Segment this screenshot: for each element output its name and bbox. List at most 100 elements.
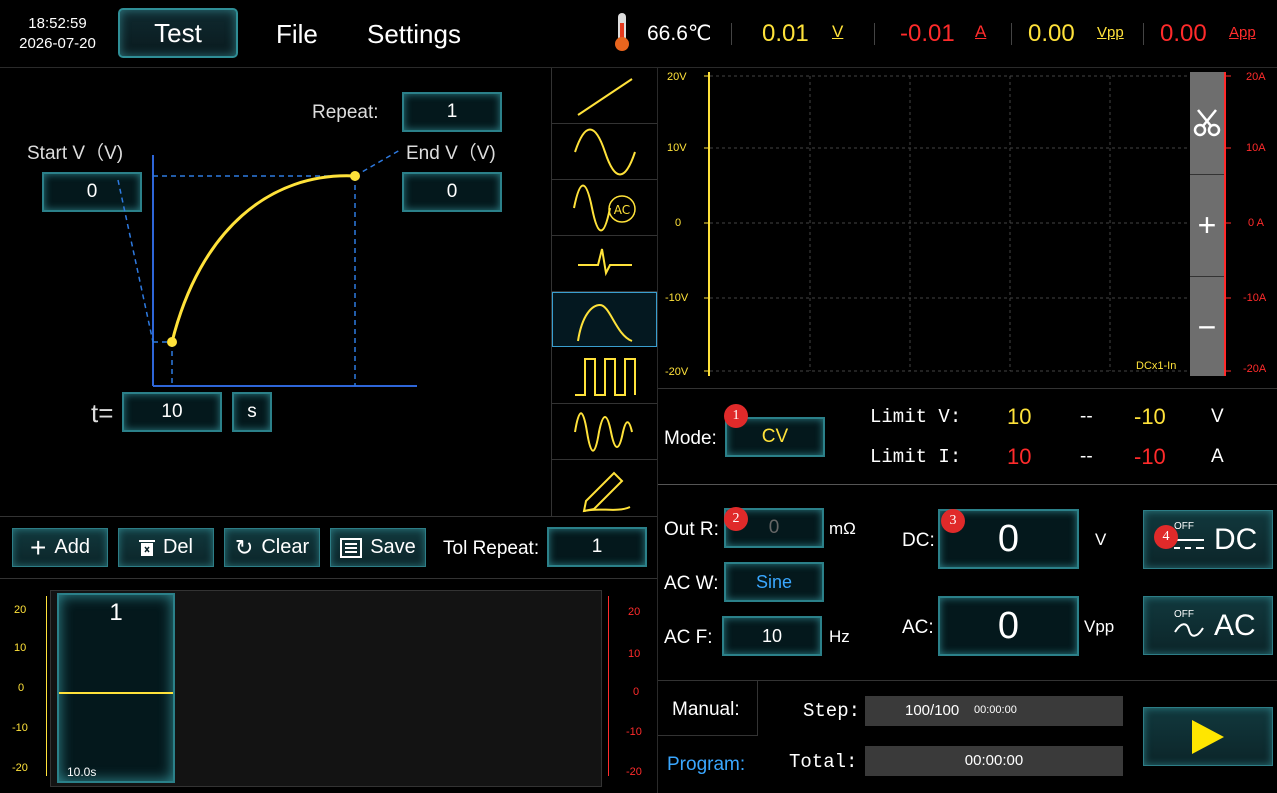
scope-cut-button[interactable]	[1190, 72, 1224, 172]
trash-icon	[138, 539, 155, 556]
app-unit: App	[1229, 24, 1256, 41]
scope-v-tick: 10V	[667, 142, 687, 154]
menu-test-button[interactable]: Test	[118, 8, 238, 58]
square-wave-icon	[574, 357, 636, 396]
ac-f-input[interactable]: 10	[722, 616, 822, 656]
wave-square-button[interactable]	[552, 348, 657, 404]
clear-label: Clear	[261, 536, 310, 558]
vpp-readout: 0.00	[1028, 20, 1075, 47]
t-input[interactable]: 10	[122, 392, 222, 432]
wave-custom-draw-button[interactable]	[552, 460, 657, 516]
mode-label: Mode:	[664, 428, 717, 449]
manual-tab-label: Manual:	[672, 699, 740, 720]
callout-badge: 1	[724, 404, 748, 428]
scope-a-tick: -10A	[1243, 292, 1267, 304]
current-readout: -0.01	[900, 20, 955, 47]
pen-icon	[582, 471, 630, 513]
callout-badge: 4	[1154, 525, 1178, 549]
ac-symbol-icon	[1174, 622, 1204, 637]
vpp-unit: Vpp	[1097, 24, 1124, 41]
segment-card[interactable]: 1 10.0s	[57, 593, 175, 783]
sine-icon	[573, 128, 636, 175]
scope-v-tick: 0	[675, 217, 682, 229]
t-unit-select[interactable]: s	[232, 392, 272, 432]
segment-duration: 10.0s	[67, 765, 97, 779]
exp-curve-icon	[576, 303, 632, 342]
callout-badge: 3	[941, 509, 965, 533]
refresh-icon: ↻	[234, 534, 254, 560]
menu-file-button[interactable]: File	[276, 19, 318, 50]
manual-tab[interactable]: Manual:	[658, 681, 758, 736]
timeline-left-axis	[46, 596, 47, 776]
ac-sine-icon: AC	[572, 184, 636, 231]
delete-button[interactable]: Del	[118, 528, 214, 567]
step-progress: 100/100 00:00:00	[865, 696, 1123, 726]
scope-display	[704, 72, 1231, 376]
segment-index: 1	[109, 599, 123, 626]
save-label: Save	[370, 536, 416, 558]
clear-button[interactable]: ↻ Clear	[224, 528, 320, 567]
ac-output-toggle[interactable]: OFF AC	[1143, 596, 1273, 655]
ac-toggle-label: AC	[1214, 608, 1256, 642]
mini-left-tick: -10	[12, 722, 28, 734]
repeat-label: Repeat:	[312, 102, 379, 123]
ac-w-select[interactable]: Sine	[724, 562, 824, 602]
program-tab[interactable]: Program:	[667, 754, 745, 776]
limit-i-high[interactable]: 10	[1007, 444, 1031, 470]
wave-pulse-button[interactable]	[552, 236, 657, 292]
dc-toggle-label: DC	[1214, 522, 1258, 556]
wave-ac-sine-button[interactable]: AC	[552, 180, 657, 236]
limit-v-high[interactable]: 10	[1007, 404, 1031, 430]
timeline-right-axis	[608, 596, 609, 776]
zoom-in-button[interactable]: +	[1190, 175, 1224, 275]
limit-i-low[interactable]: -10	[1134, 444, 1166, 470]
scope-channel-tag: DCx1-In	[1136, 360, 1177, 372]
wave-exp-button[interactable]	[552, 292, 657, 347]
step-label: Step:	[803, 700, 861, 722]
scope-a-tick: 10A	[1246, 142, 1266, 154]
run-button[interactable]	[1143, 707, 1273, 766]
curve-preview	[117, 149, 417, 387]
mini-right-tick: 20	[628, 606, 641, 618]
ac-f-label: AC F:	[664, 627, 713, 648]
total-label: Total:	[789, 751, 858, 773]
total-time: 00:00:00	[964, 752, 1024, 769]
limit-i-label: Limit I:	[870, 446, 962, 468]
tol-repeat-input[interactable]: 1	[547, 527, 647, 567]
mini-left-tick: -20	[12, 762, 28, 774]
mini-left-tick: 10	[14, 642, 27, 654]
limit-v-low[interactable]: -10	[1134, 404, 1166, 430]
temperature-readout: 66.6℃	[647, 22, 712, 45]
play-icon	[1192, 719, 1224, 754]
ac-toggle-state: OFF	[1174, 609, 1194, 620]
wave-ramp-button[interactable]	[552, 68, 657, 124]
delete-label: Del	[162, 536, 193, 558]
out-r-unit: mΩ	[829, 519, 856, 538]
thermometer-icon	[615, 13, 629, 51]
plus-icon: +	[1197, 206, 1217, 243]
menu-settings-button[interactable]: Settings	[367, 19, 461, 50]
ac-value-input[interactable]: 0	[938, 596, 1079, 656]
wave-sine-button[interactable]	[552, 124, 657, 180]
voltage-unit: V	[832, 22, 844, 41]
wave-damped-button[interactable]	[552, 404, 657, 460]
add-button[interactable]: + Add	[12, 528, 108, 567]
scope-v-tick: 20V	[667, 71, 687, 83]
total-progress: 00:00:00	[865, 746, 1123, 776]
mini-left-tick: 0	[18, 682, 25, 694]
zoom-out-button[interactable]: −	[1190, 277, 1224, 377]
repeat-input[interactable]: 1	[402, 92, 502, 132]
current-unit: A	[975, 22, 987, 41]
tol-repeat-label: Tol Repeat:	[443, 538, 540, 559]
limit-v-label: Limit V:	[870, 406, 962, 428]
mini-right-tick: -20	[626, 766, 642, 778]
ac-label: AC:	[902, 617, 934, 638]
ramp-icon	[576, 77, 633, 116]
limit-v-separator: --	[1080, 406, 1093, 427]
dc-unit: V	[1095, 530, 1107, 549]
ac-w-label: AC W:	[664, 573, 719, 594]
save-button[interactable]: Save	[330, 528, 426, 567]
ac-unit: Vpp	[1084, 617, 1115, 636]
callout-badge: 2	[724, 507, 748, 531]
scope-a-tick: -20A	[1243, 363, 1267, 375]
